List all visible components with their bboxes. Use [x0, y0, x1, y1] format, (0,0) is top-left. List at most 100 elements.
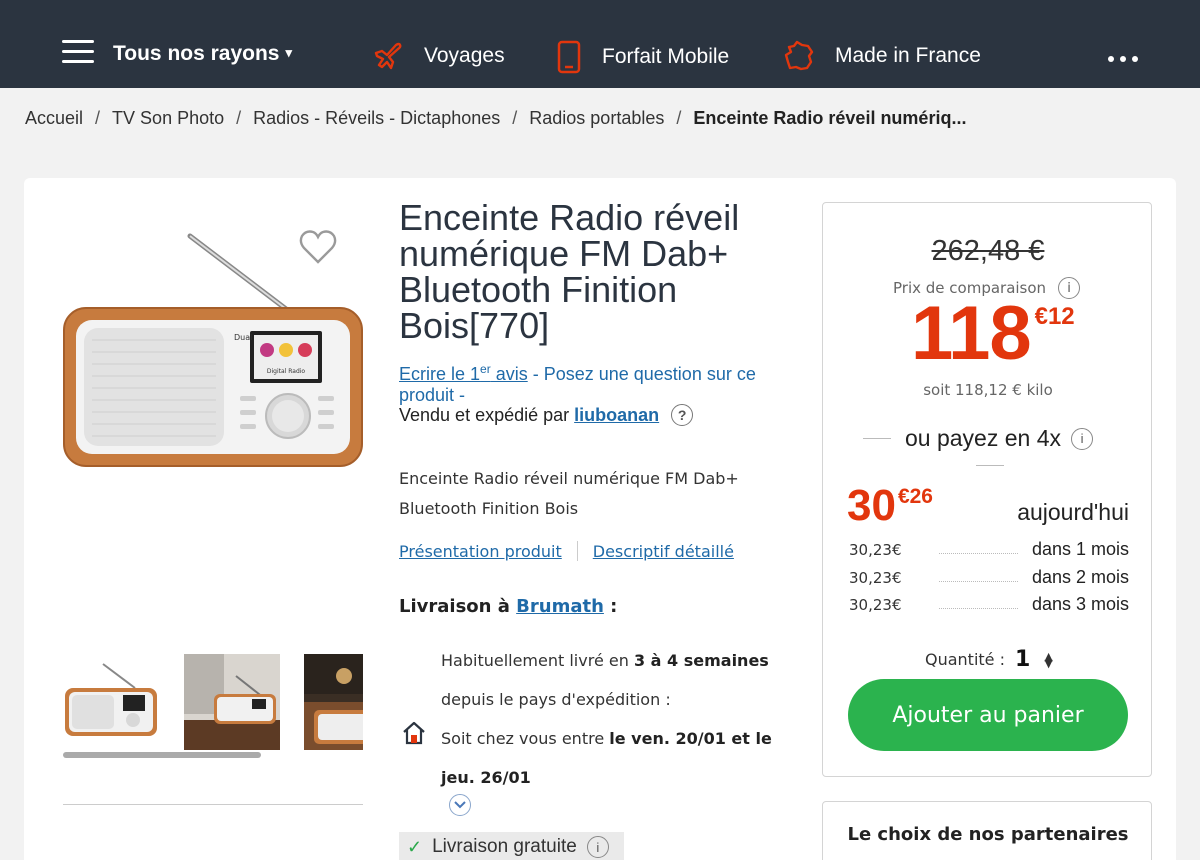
breadcrumb-item-accueil[interactable]: Accueil — [25, 108, 83, 129]
nav-item-made-in-france[interactable]: Made in France — [783, 40, 981, 72]
price-cents: €12 — [1034, 303, 1075, 330]
thumbnail-strip — [63, 654, 363, 750]
more-dots-icon[interactable] — [1108, 56, 1138, 62]
check-icon: ✓ — [407, 836, 423, 857]
today-amount: 30 €26 — [847, 481, 933, 531]
delivery-title: Livraison à Brumath : — [399, 596, 617, 617]
delivery-details: Habituellement livré en 3 à 4 semaines d… — [441, 641, 781, 797]
delivery-duration: 3 à 4 semaines — [633, 651, 769, 670]
quantity-stepper: Quantité : 1 ▲ ▼ — [925, 647, 1053, 672]
dotted-leader — [939, 546, 1018, 554]
write-review-sup: er — [480, 362, 491, 376]
delivery-line-1-text: Habituellement livré en — [441, 651, 634, 670]
installment-when: dans 2 mois — [1031, 567, 1129, 587]
mobile-phone-icon — [557, 40, 581, 74]
product-title: Enceinte Radio réveil numérique FM Dab+ … — [399, 197, 740, 346]
dotted-leader — [939, 601, 1018, 609]
seller-link[interactable]: liuboanan — [574, 405, 659, 426]
divider — [976, 465, 1004, 466]
installment-when: dans 3 mois — [1031, 594, 1129, 614]
installment-row: 30,23€ dans 3 mois — [849, 594, 1129, 615]
quantity-spinner-icon[interactable]: ▲ ▼ — [1044, 651, 1052, 669]
divider — [863, 438, 891, 439]
info-icon[interactable]: i — [1071, 427, 1094, 450]
quantity-label: Quantité : — [925, 650, 1005, 669]
installment-amount: 30,23€ — [849, 540, 902, 559]
quantity-value[interactable]: 1 — [1015, 647, 1030, 672]
delivery-line-2: depuis le pays d'expédition : — [441, 690, 671, 709]
all-departments-label: Tous nos rayons — [113, 42, 280, 65]
installment-row: 30,23€ dans 1 mois — [849, 539, 1129, 560]
thumbnail-1[interactable] — [63, 654, 159, 750]
today-integer: 30 — [847, 481, 896, 530]
write-review-link[interactable]: Ecrire le 1er avis — [399, 362, 528, 384]
delivery-city-link[interactable]: Brumath — [516, 596, 604, 617]
nav-label-voyages: Voyages — [424, 44, 505, 67]
breadcrumb-separator: / — [512, 108, 518, 128]
top-nav-bar: Tous nos rayons ▾ Voyages Forfait Mobile … — [0, 0, 1200, 88]
radio-brand: Dual — [234, 333, 252, 342]
breadcrumb-separator: / — [676, 108, 682, 128]
price-box: 262,48 € Prix de comparaison i 118 €12 s… — [822, 202, 1152, 777]
product-tabs: Présentation produit Descriptif détaillé — [399, 541, 734, 561]
price-per-kilo: soit 118,12 € kilo — [923, 381, 1053, 399]
nav-label-forfait-mobile: Forfait Mobile — [602, 45, 730, 68]
tab-divider — [576, 541, 578, 561]
breadcrumb-item-radios-portables[interactable]: Radios portables — [529, 108, 664, 129]
house-icon — [403, 721, 425, 745]
tab-descriptif[interactable]: Descriptif détaillé — [593, 542, 734, 561]
review-links: Ecrire le 1er avis - Posez une question … — [399, 359, 789, 406]
breadcrumb-item-radios[interactable]: Radios - Réveils - Dictaphones — [253, 108, 500, 129]
delivery-line-3: Soit chez vous entre le ven. 20/01 et le… — [441, 719, 781, 797]
free-shipping-badge: ✓ Livraison gratuite i — [399, 832, 624, 860]
add-to-cart-button[interactable]: Ajouter au panier — [848, 679, 1128, 751]
caret-down-icon: ▾ — [285, 45, 293, 60]
nav-label-made-in-france: Made in France — [835, 44, 981, 67]
pay-in-4-label: ou payez en 4x i — [863, 425, 1094, 452]
write-review-suffix: avis — [490, 364, 528, 384]
breadcrumb-item-tv-son-photo[interactable]: TV Son Photo — [112, 108, 224, 129]
radio-screen-text: Digital Radio — [267, 368, 306, 375]
today-cents: €26 — [897, 485, 933, 508]
product-description: Enceinte Radio réveil numérique FM Dab+ … — [399, 469, 739, 518]
installment-when: dans 1 mois — [1031, 539, 1129, 559]
breadcrumb: Accueil / TV Son Photo / Radios - Réveil… — [25, 108, 966, 129]
plane-icon — [374, 42, 402, 70]
heart-icon[interactable] — [298, 228, 338, 266]
delivery-line-1: Habituellement livré en 3 à 4 semaines — [441, 641, 781, 680]
nav-item-voyages[interactable]: Voyages — [372, 40, 505, 72]
free-shipping-label: Livraison gratuite — [432, 836, 577, 857]
installment-amount: 30,23€ — [849, 568, 902, 587]
partners-box: Le choix de nos partenaires — [822, 801, 1152, 860]
installment-row: 30,23€ dans 2 mois — [849, 567, 1129, 588]
price-integer: 118 — [911, 291, 1032, 376]
delivery-line-3-text: Soit chez vous entre — [441, 729, 610, 748]
delivery-title-prefix: Livraison à — [399, 596, 510, 617]
breadcrumb-separator: / — [95, 108, 101, 128]
seller-info: Vendu et expédié par liuboanan ? — [399, 404, 694, 426]
installment-amount: 30,23€ — [849, 595, 902, 614]
pay-in-4-text: ou payez en 4x — [905, 425, 1062, 451]
delivery-title-suffix: : — [603, 596, 618, 617]
today-label: aujourd'hui — [1017, 499, 1129, 525]
thumbnail-3[interactable] — [304, 654, 363, 750]
current-price: 118 €12 — [911, 291, 1075, 377]
tab-presentation[interactable]: Présentation produit — [399, 542, 562, 561]
divider — [63, 804, 363, 805]
help-icon[interactable]: ? — [671, 404, 694, 426]
all-departments-menu[interactable]: Tous nos rayons ▾ — [113, 42, 292, 66]
old-price: 262,48 € — [931, 235, 1045, 267]
france-map-icon — [784, 40, 814, 71]
breadcrumb-separator: / — [236, 108, 242, 128]
write-review-text: Ecrire le 1 — [399, 364, 481, 384]
hamburger-menu-icon[interactable] — [62, 40, 94, 66]
info-icon[interactable]: i — [586, 836, 609, 858]
nav-item-forfait-mobile[interactable]: Forfait Mobile — [556, 40, 729, 74]
chevron-down-icon[interactable] — [449, 794, 471, 816]
dotted-leader — [939, 574, 1018, 582]
breadcrumb-current: Enceinte Radio réveil numériq... — [693, 108, 967, 128]
thumbnail-2[interactable] — [184, 654, 280, 750]
partners-title: Le choix de nos partenaires — [847, 824, 1129, 845]
thumbnail-scrollbar[interactable] — [63, 752, 261, 758]
seller-label: Vendu et expédié par — [399, 404, 570, 425]
